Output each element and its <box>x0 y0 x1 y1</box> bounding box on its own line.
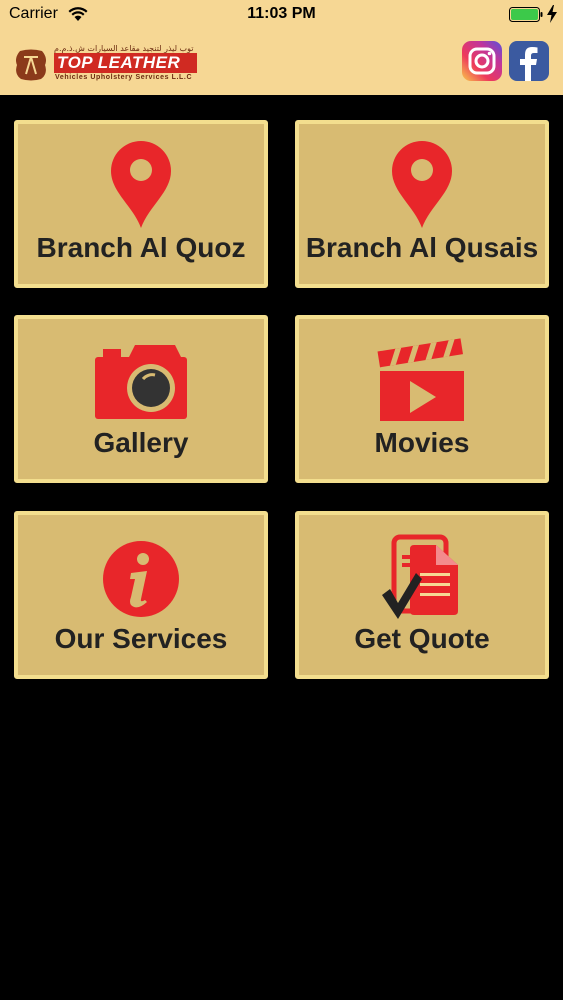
top-leather-logo: توب ليذر لتنجيد مقاعد السيارات ش.ذ.م.م T… <box>14 44 200 84</box>
branch-al-quoz-tile[interactable]: Branch Al Quoz <box>14 120 268 288</box>
clapperboard-icon <box>377 338 464 421</box>
movies-tile[interactable]: Movies <box>295 315 549 483</box>
tile-label: Branch Al Quoz <box>36 232 246 263</box>
logo-name: TOP LEATHER <box>54 53 197 73</box>
tile-label: Branch Al Qusais <box>305 232 539 263</box>
battery-icon <box>509 7 543 22</box>
get-quote-tile[interactable]: Get Quote <box>295 511 549 679</box>
logo-tagline: Vehicles Upholstery Services L.L.C <box>55 74 193 81</box>
location-pin-icon <box>111 141 171 228</box>
status-time: 11:03 PM <box>247 5 316 22</box>
tile-label: Gallery <box>93 427 189 458</box>
our-services-tile[interactable]: Our Services <box>14 511 268 679</box>
leather-hide-icon <box>16 49 46 81</box>
camera-icon <box>95 345 187 419</box>
quote-document-icon <box>382 534 458 619</box>
charging-icon <box>547 5 557 23</box>
logo-arabic-text: توب ليذر لتنجيد مقاعد السيارات ش.ذ.م.م <box>54 44 194 53</box>
app-header: توب ليذر لتنجيد مقاعد السيارات ش.ذ.م.م T… <box>0 28 563 95</box>
gallery-tile[interactable]: Gallery <box>14 315 268 483</box>
branch-al-qusais-tile[interactable]: Branch Al Qusais <box>295 120 549 288</box>
status-bar: Carrier 11:03 PM <box>0 0 563 28</box>
location-pin-icon <box>392 141 452 228</box>
info-icon <box>103 541 179 617</box>
tile-label: Get Quote <box>354 623 490 654</box>
tile-label: Our Services <box>54 623 228 654</box>
instagram-icon[interactable] <box>462 41 502 81</box>
facebook-icon[interactable] <box>509 41 549 81</box>
tile-label: Movies <box>374 427 470 458</box>
